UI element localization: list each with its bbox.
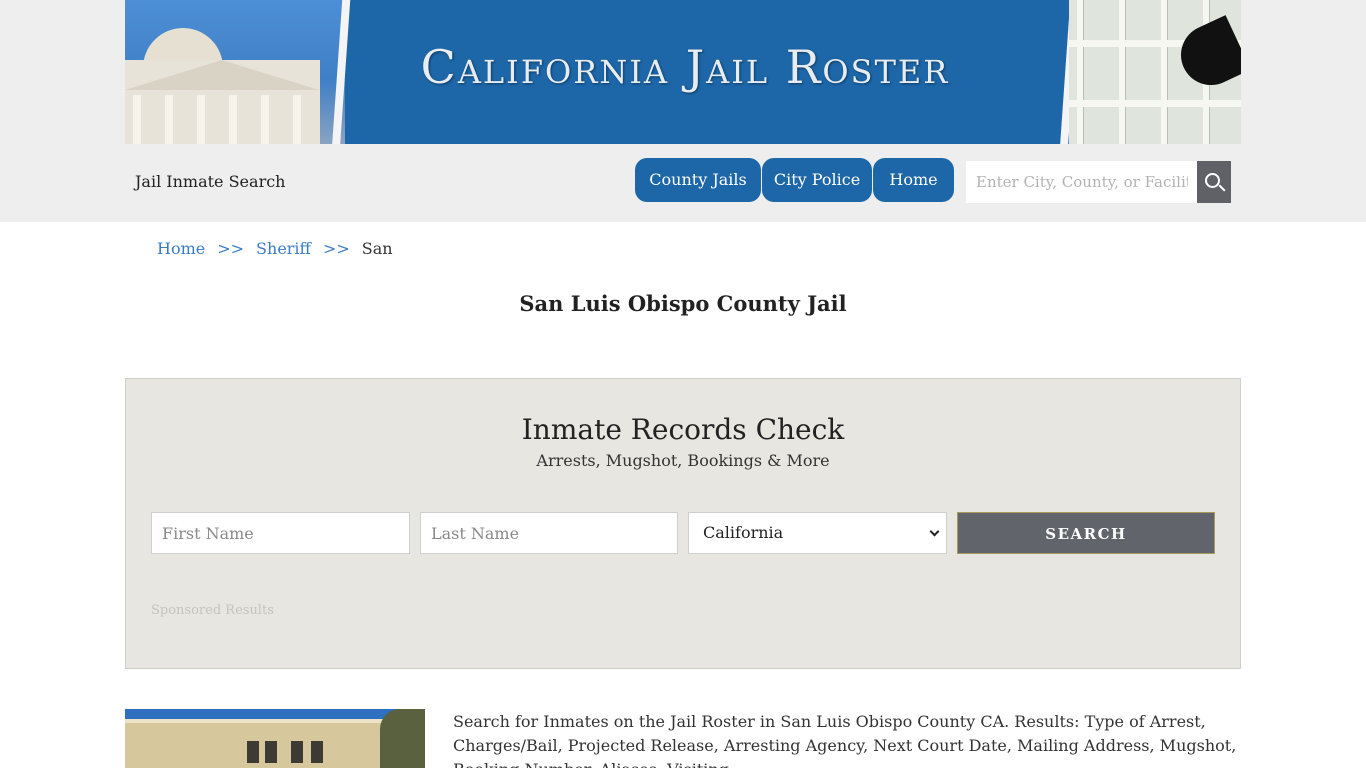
nav-home-label: Home bbox=[889, 170, 938, 189]
breadcrumb-home[interactable]: Home bbox=[157, 239, 205, 258]
page-title: San Luis Obispo County Jail bbox=[519, 291, 847, 316]
breadcrumb: Home >> Sheriff >> San bbox=[157, 239, 393, 258]
breadcrumb-separator: >> bbox=[322, 239, 350, 258]
nav-city-police-label: City Police bbox=[773, 170, 861, 189]
site-banner[interactable]: California Jail Roster bbox=[125, 0, 1241, 144]
breadcrumb-separator: >> bbox=[217, 239, 245, 258]
nav-county-jails[interactable]: County Jails bbox=[635, 158, 761, 202]
site-search-input[interactable] bbox=[966, 161, 1198, 203]
nav-home[interactable]: Home bbox=[873, 158, 954, 202]
first-name-input[interactable] bbox=[151, 512, 410, 554]
state-select[interactable]: California bbox=[688, 512, 947, 554]
capitol-building-image bbox=[125, 0, 345, 144]
nav-county-jails-label: County Jails bbox=[649, 170, 747, 189]
chevron-down-icon bbox=[929, 526, 940, 537]
jail-facility-photo bbox=[125, 709, 425, 768]
state-select-value: California bbox=[703, 523, 784, 542]
records-title: Inmate Records Check bbox=[521, 413, 845, 446]
sponsored-results-label: Sponsored Results bbox=[151, 603, 274, 618]
site-search-button[interactable] bbox=[1197, 161, 1231, 203]
nav-city-police[interactable]: City Police bbox=[762, 158, 872, 202]
banner-title: California Jail Roster bbox=[420, 40, 950, 94]
inmate-records-panel: Inmate Records Check Arrests, Mugshot, B… bbox=[125, 378, 1241, 669]
site-name-link[interactable]: Jail Inmate Search bbox=[135, 172, 285, 191]
breadcrumb-sheriff[interactable]: Sheriff bbox=[256, 239, 311, 258]
last-name-input[interactable] bbox=[420, 512, 678, 554]
jail-cell-image bbox=[1069, 0, 1241, 144]
records-subtitle: Arrests, Mugshot, Bookings & More bbox=[536, 451, 830, 470]
breadcrumb-current: San bbox=[361, 239, 393, 258]
records-search-button[interactable]: SEARCH bbox=[957, 512, 1215, 554]
county-description: Search for Inmates on the Jail Roster in… bbox=[453, 712, 1237, 768]
